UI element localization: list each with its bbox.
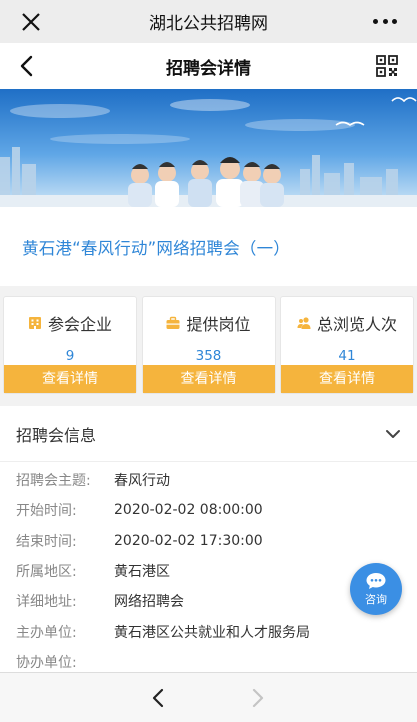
stat-card-views: 总浏览人次 41 查看详情 (280, 296, 414, 394)
info-value: 黄石港区 (114, 564, 170, 581)
info-row-start-time: 开始时间: 2020-02-02 08:00:00 (0, 495, 417, 525)
stat-card-positions: 提供岗位 358 查看详情 (141, 296, 276, 394)
stat-value: 9 (65, 348, 75, 364)
stats-row: 参会企业 9 查看详情 提供岗位 358 查看详情 总浏览人次 41 查看详情 (0, 296, 417, 396)
info-row-theme: 招聘会主题: 春风行动 (0, 465, 417, 495)
info-section-body: 招聘会主题: 春风行动 开始时间: 2020-02-02 08:00:00 结束… (0, 462, 417, 672)
view-details-button[interactable]: 查看详情 (281, 365, 413, 393)
info-key: 结束时间: (16, 533, 77, 550)
stat-label: 参会企业 (47, 315, 112, 334)
info-value: 2020-02-02 08:00:00 (114, 502, 263, 519)
forward-icon (252, 688, 264, 708)
building-icon (28, 317, 41, 329)
more-icon[interactable] (373, 14, 397, 28)
briefcase-icon (166, 316, 180, 329)
page-nav-bar: 招聘会详情 (0, 43, 417, 89)
info-section-header[interactable]: 招聘会信息 (0, 406, 417, 462)
banner-image (0, 89, 417, 207)
stat-card-companies: 参会企业 9 查看详情 (3, 296, 137, 394)
fair-title: 黄石港“春风行动”网络招聘会（一） (22, 238, 290, 258)
fair-title-section: 黄石港“春风行动”网络招聘会（一） (0, 207, 417, 286)
stat-value: 358 (195, 348, 222, 364)
info-value: 春风行动 (114, 473, 170, 490)
consult-label: 咨询 (365, 592, 387, 606)
wechat-page-title: 湖北公共招聘网 (149, 14, 268, 34)
back-arrow-icon[interactable] (16, 54, 38, 78)
stat-label: 提供岗位 (186, 315, 251, 334)
page-title: 招聘会详情 (166, 58, 251, 79)
info-key: 主办单位: (16, 624, 77, 641)
chat-bubble-icon (366, 572, 386, 589)
qr-code-icon[interactable] (376, 55, 398, 77)
info-value: 黄石港区公共就业和人才服务局 (114, 624, 310, 641)
info-value: 2020-02-02 17:30:00 (114, 532, 263, 549)
info-key: 协办单位: (16, 654, 77, 671)
bottom-nav-bar (0, 672, 417, 722)
wechat-title-bar: 湖北公共招聘网 (0, 0, 417, 43)
stat-label: 总浏览人次 (316, 315, 397, 334)
close-icon[interactable] (20, 11, 42, 33)
back-icon[interactable] (150, 687, 166, 709)
info-key: 开始时间: (16, 503, 77, 520)
chevron-down-icon[interactable] (385, 426, 401, 442)
info-row-organizer: 主办单位: 黄石港区公共就业和人才服务局 (0, 616, 417, 646)
info-row-end-time: 结束时间: 2020-02-02 17:30:00 (0, 526, 417, 556)
info-key: 招聘会主题: (16, 473, 91, 490)
consult-button[interactable]: 咨询 (350, 563, 402, 615)
info-section-title: 招聘会信息 (16, 425, 97, 445)
info-key: 详细地址: (16, 594, 77, 611)
view-details-button[interactable]: 查看详情 (142, 365, 275, 393)
stat-value: 41 (338, 348, 356, 364)
info-value: 网络招聘会 (114, 594, 184, 611)
info-key: 所属地区: (16, 564, 77, 581)
people-icon (297, 317, 311, 329)
view-details-button[interactable]: 查看详情 (4, 365, 136, 393)
